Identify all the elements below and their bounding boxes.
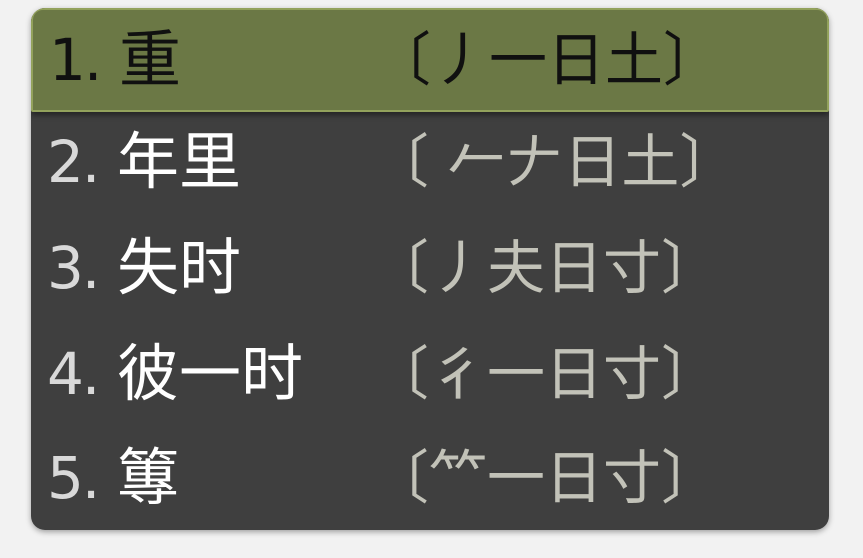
candidate-word: 彼一时 [117,337,304,410]
candidate-number: 5. [47,444,100,512]
ime-candidate-panel: 1. 重 〔丿一日土〕 2. 年里 〔 𠂉𠂇日土〕 3. 失时 〔丿夫日寸〕 4… [31,8,829,530]
candidate-item-1[interactable]: 1. 重 〔丿一日土〕 [31,8,829,112]
candidate-word: 篿 [117,441,180,514]
candidate-code: 〔丿一日土〕 [373,26,722,94]
candidate-word: 重 [119,23,182,96]
candidate-number: 1. [49,26,102,94]
candidate-number: 3. [47,234,100,302]
candidate-item-4[interactable]: 4. 彼一时 〔彳一日寸〕 [31,324,829,428]
candidate-item-5[interactable]: 5. 篿 〔⺮一日寸〕 [31,428,829,530]
candidate-code: 〔丿夫日寸〕 [371,234,720,302]
candidate-code: 〔彳一日寸〕 [371,340,720,408]
candidate-code: 〔 𠂉𠂇日土〕 [371,128,738,196]
candidate-item-3[interactable]: 3. 失时 〔丿夫日寸〕 [31,218,829,322]
candidate-item-2[interactable]: 2. 年里 〔 𠂉𠂇日土〕 [31,112,829,216]
candidate-code: 〔⺮一日寸〕 [371,444,720,512]
candidate-word: 年里 [117,125,242,198]
candidate-number: 4. [47,340,100,408]
candidate-number: 2. [47,128,100,196]
candidate-word: 失时 [117,231,242,304]
